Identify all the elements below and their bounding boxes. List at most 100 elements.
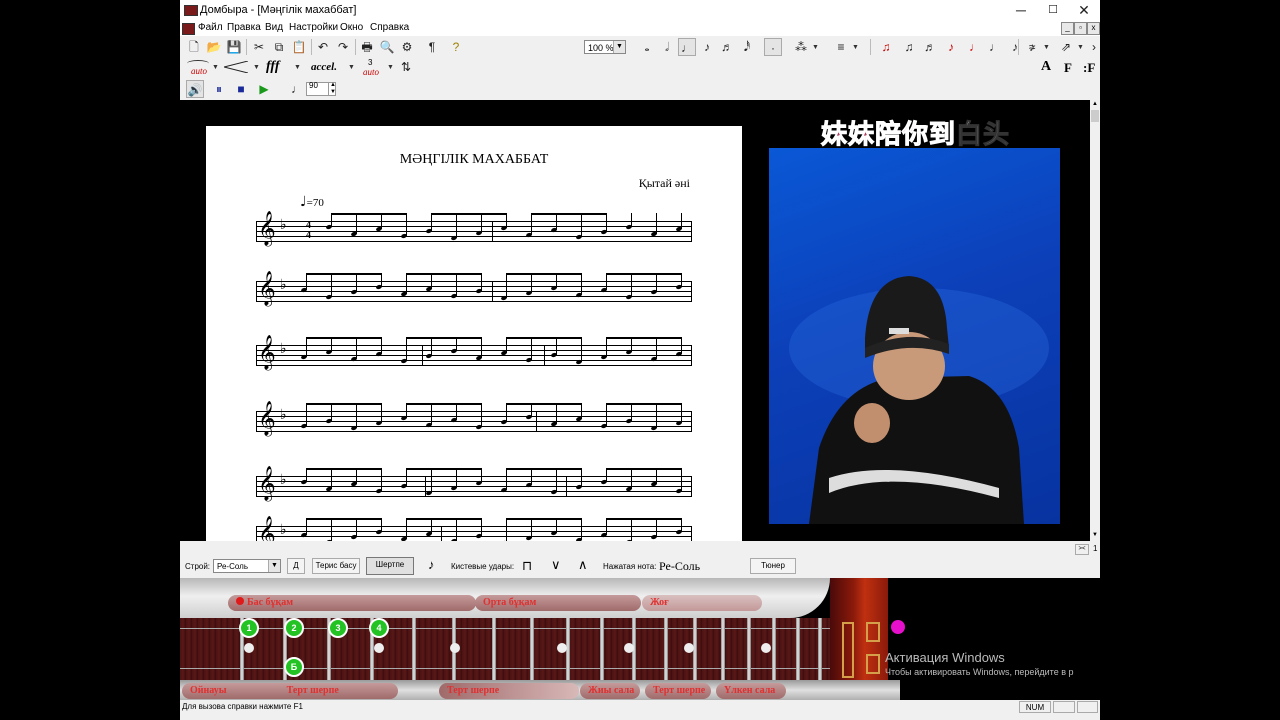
tuplet-icon[interactable]: ⁂ [792, 38, 810, 56]
finger-marker-b[interactable]: Б [284, 657, 304, 677]
stop-icon[interactable]: ■ [232, 80, 250, 98]
page-setup-icon[interactable]: ⚙ [398, 38, 416, 56]
dot-icon[interactable]: · [764, 38, 782, 56]
redo-icon[interactable]: ↷ [334, 38, 352, 56]
beam-join-icon[interactable]: ♫ [900, 38, 918, 56]
vertical-scrollbar[interactable]: ▲ ▼ [1090, 100, 1100, 541]
tuning-peg-1[interactable] [842, 622, 854, 678]
finger-marker-4[interactable]: 4 [369, 618, 389, 638]
fretboard[interactable] [180, 618, 836, 680]
eighth-note-icon[interactable]: ♪ [698, 38, 716, 56]
whole-note-icon[interactable]: 𝅝 [638, 38, 656, 56]
hairpin-icon[interactable] [223, 60, 249, 74]
tuning-select[interactable]: Ре-Соль ▼ [213, 559, 281, 573]
open-icon[interactable]: 📂 [205, 38, 223, 56]
paste-icon[interactable]: 📋 [290, 38, 308, 56]
close-button[interactable]: ✕ [1068, 0, 1100, 21]
tempo-marking: ♩=70 [300, 194, 324, 210]
paragraph-icon[interactable]: ¶ [423, 38, 441, 56]
stroke-up-icon[interactable]: ∨ [551, 557, 561, 573]
transpose-icon[interactable]: ⇅ [397, 58, 415, 76]
menu-bar: Файл Правка Вид Настройки Окно Справка _… [180, 21, 1100, 36]
tuning-peg-2[interactable] [866, 622, 880, 642]
beam-reset-icon[interactable]: ♪ [942, 38, 960, 56]
menu-file[interactable]: Файл [198, 22, 223, 33]
string-indicator [891, 620, 905, 634]
mdi-close-button[interactable]: x [1087, 22, 1100, 35]
stroke-down-icon[interactable]: ⊓ [522, 558, 532, 574]
reverse-press-button[interactable]: Терис басу [312, 558, 360, 574]
finger-marker-2[interactable]: 2 [284, 618, 304, 638]
font-large-button[interactable]: A [1041, 59, 1051, 75]
beam-break-icon[interactable]: ♬ [921, 38, 939, 56]
fret-marker-dot [450, 643, 460, 653]
horizontal-scrollbar[interactable]: >< 1 [180, 541, 1100, 556]
auto-beam-icon[interactable]: ♫ [877, 38, 895, 56]
mdi-restore-button[interactable]: ▫ [1074, 22, 1087, 35]
tuning-peg-3[interactable] [866, 654, 880, 674]
bass-string-bar: Бас бұқам [228, 595, 476, 611]
dynamics-fff-button[interactable]: fff [266, 59, 279, 75]
cut-icon[interactable]: ✂ [250, 38, 268, 56]
maximize-button[interactable]: ☐ [1037, 0, 1069, 21]
pause-icon[interactable]: ⏸ [210, 80, 228, 98]
beam-icon[interactable]: ≡ [832, 38, 850, 56]
staff: 𝄞 ♭ [256, 466, 692, 501]
tuplet-number: 3 [368, 58, 373, 67]
bottom-bar-3: Жиы сала [580, 683, 640, 699]
shertpe-button[interactable]: Шертпе [366, 557, 414, 575]
bottom-bar-4: Терт шерпе [645, 683, 711, 699]
speaker-icon[interactable]: 🔊 [186, 80, 204, 98]
voice-icon[interactable]: ≈ [1023, 38, 1041, 56]
staff: 𝄞 ♭ [256, 271, 692, 306]
middle-string-bar: Орта бұқам [475, 595, 641, 611]
num-lock-indicator: NUM [1019, 701, 1051, 713]
tuner-button[interactable]: Тюнер [750, 558, 796, 574]
new-icon[interactable]: 🗋 [185, 38, 203, 56]
bottom-bar-2: Терт шерпе [439, 683, 579, 699]
menu-window[interactable]: Окно [340, 22, 363, 33]
tuning-label: Строй: [185, 562, 211, 571]
tempo-accel-button[interactable]: accel. [311, 61, 337, 73]
menu-help[interactable]: Справка [370, 22, 409, 33]
pressed-note-value: Ре-Соль [659, 559, 701, 573]
menu-edit[interactable]: Правка [227, 22, 261, 33]
save-icon[interactable]: 💾 [225, 38, 243, 56]
finger-marker-1[interactable]: 1 [239, 618, 259, 638]
dombra-controls: Строй: Ре-Соль ▼ Д Терис басу Шертпе ♪ Ки… [180, 556, 1100, 578]
thirty-second-note-icon[interactable]: 𝅘𝅥𝅰 [738, 38, 756, 56]
layout-icon[interactable]: ⇗ [1057, 38, 1075, 56]
stem-up-icon[interactable]: ♩ [966, 38, 984, 56]
staff: 𝄞 ♭ 4 4 [256, 211, 692, 246]
font-small-button[interactable]: :F [1083, 60, 1095, 76]
play-icon[interactable]: ▶ [255, 80, 273, 98]
status-help-text: Для вызова справки нажмите F1 [182, 702, 303, 711]
activation-title: Активация Windows [885, 650, 1005, 665]
stroke-both-icon[interactable]: ∧ [578, 557, 588, 573]
stem-down-icon[interactable]: ♩ [986, 38, 1004, 56]
undo-icon[interactable]: ↶ [314, 38, 332, 56]
sixteenth-note-icon[interactable]: ♬ [718, 38, 736, 56]
half-note-icon[interactable]: 𝅗𝅥 [658, 38, 676, 56]
copy-icon[interactable]: ⧉ [270, 38, 288, 56]
print-preview-icon[interactable]: 🔍 [378, 38, 396, 56]
mdi-minimize-button[interactable]: _ [1061, 22, 1074, 35]
title-bar: Домбыра - [Мәңгілік махаббат] ─ ☐ ✕ [180, 0, 1100, 22]
d-button[interactable]: Д [287, 558, 305, 574]
fret-marker-dot [624, 643, 634, 653]
split-button[interactable]: >< [1075, 544, 1089, 555]
finger-marker-3[interactable]: 3 [328, 618, 348, 638]
overflow-icon[interactable]: › [1085, 38, 1100, 56]
help-icon[interactable]: ? [447, 38, 465, 56]
stroke-note-icon[interactable]: ♪ [428, 557, 435, 572]
zoom-select[interactable]: 100 % ▼ [584, 40, 626, 54]
print-icon[interactable]: 🖶 [358, 38, 376, 56]
minimize-button[interactable]: ─ [1005, 0, 1037, 21]
quarter-note-icon[interactable]: ♩ [678, 38, 696, 56]
doc-icon[interactable] [182, 23, 195, 35]
menu-settings[interactable]: Настройки [289, 22, 338, 33]
metronome-note-icon[interactable]: ♩ [288, 80, 306, 98]
fret [530, 618, 534, 680]
menu-view[interactable]: Вид [265, 22, 283, 33]
font-button[interactable]: F [1064, 60, 1072, 76]
